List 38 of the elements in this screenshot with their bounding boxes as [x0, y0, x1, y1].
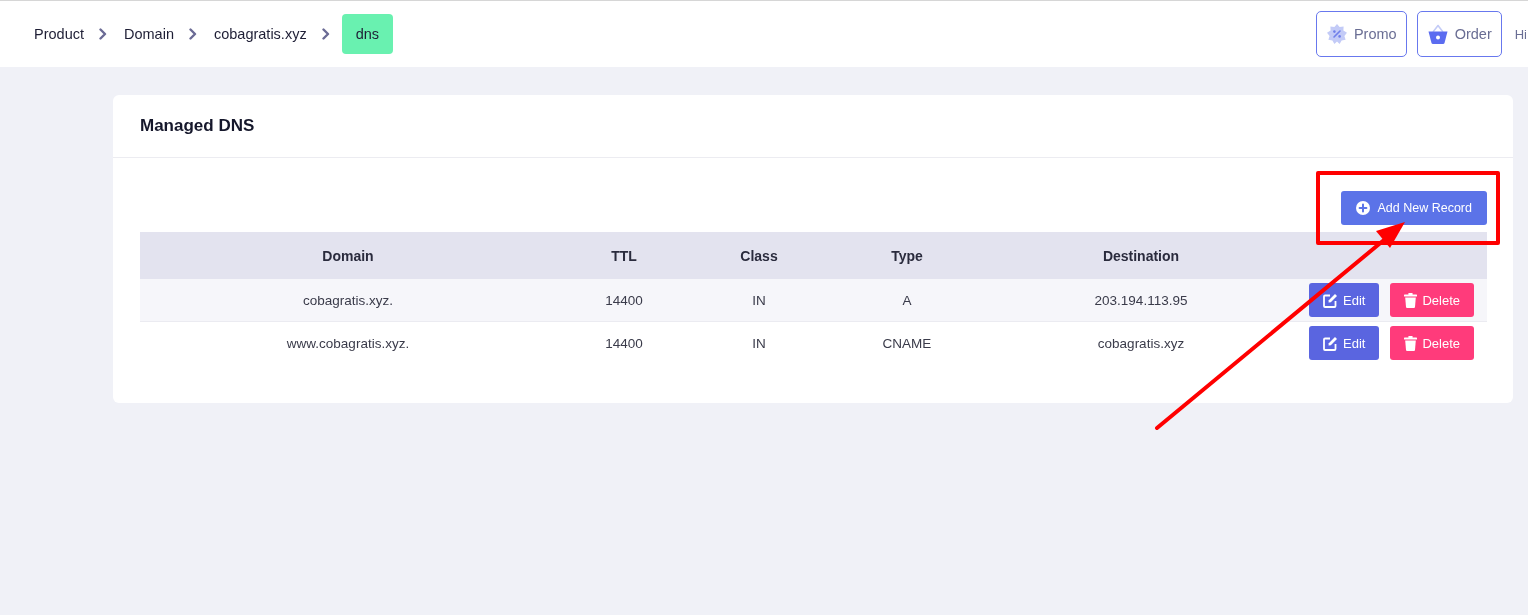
- order-button[interactable]: Order: [1416, 11, 1502, 57]
- table-cell: A: [902, 292, 912, 308]
- edit-button[interactable]: Edit: [1309, 283, 1380, 317]
- breadcrumb-current[interactable]: dns: [341, 14, 394, 54]
- table-cell: 203.194.113.95: [1094, 292, 1188, 308]
- table-cell: CNAME: [882, 335, 932, 351]
- breadcrumb-link[interactable]: Domain: [124, 24, 174, 44]
- column-header: TTL: [556, 232, 692, 279]
- column-header: Class: [692, 232, 826, 279]
- promo-button[interactable]: Promo: [1315, 11, 1407, 57]
- pencil-icon: [1323, 292, 1338, 308]
- table-cell: 14400: [605, 335, 643, 351]
- card-title: Managed DNS: [140, 116, 255, 136]
- chevron-icon: [321, 28, 330, 40]
- breadcrumb-link[interactable]: cobagratis.xyz: [213, 24, 307, 44]
- delete-button[interactable]: Delete: [1390, 326, 1474, 360]
- pencil-icon: [1323, 335, 1338, 351]
- plus-circle-icon: [1355, 201, 1370, 215]
- column-header: Domain: [140, 232, 556, 279]
- table-cell: IN: [752, 335, 766, 351]
- column-header: Type: [826, 232, 988, 279]
- basket-icon: [1427, 24, 1448, 44]
- table-cell: cobagratis.xyz: [1097, 335, 1185, 351]
- greeting-text: Hi: [1514, 26, 1527, 42]
- table-cell: www.cobagratis.xyz.: [286, 335, 410, 351]
- chevron-icon: [99, 28, 107, 40]
- table-cell: IN: [752, 292, 766, 308]
- table-cell: cobagratis.xyz.: [302, 292, 393, 308]
- trash-icon: [1404, 335, 1418, 351]
- column-header: Destination: [988, 232, 1294, 279]
- table-cell: 14400: [605, 292, 643, 308]
- breadcrumb-link[interactable]: Product: [34, 24, 84, 44]
- trash-icon: [1404, 292, 1418, 308]
- percent-badge-icon: [1326, 24, 1347, 44]
- edit-button[interactable]: Edit: [1309, 326, 1380, 360]
- delete-button[interactable]: Delete: [1390, 283, 1474, 317]
- chevron-icon: [188, 28, 197, 40]
- add-record-button[interactable]: Add New Record: [1340, 191, 1487, 225]
